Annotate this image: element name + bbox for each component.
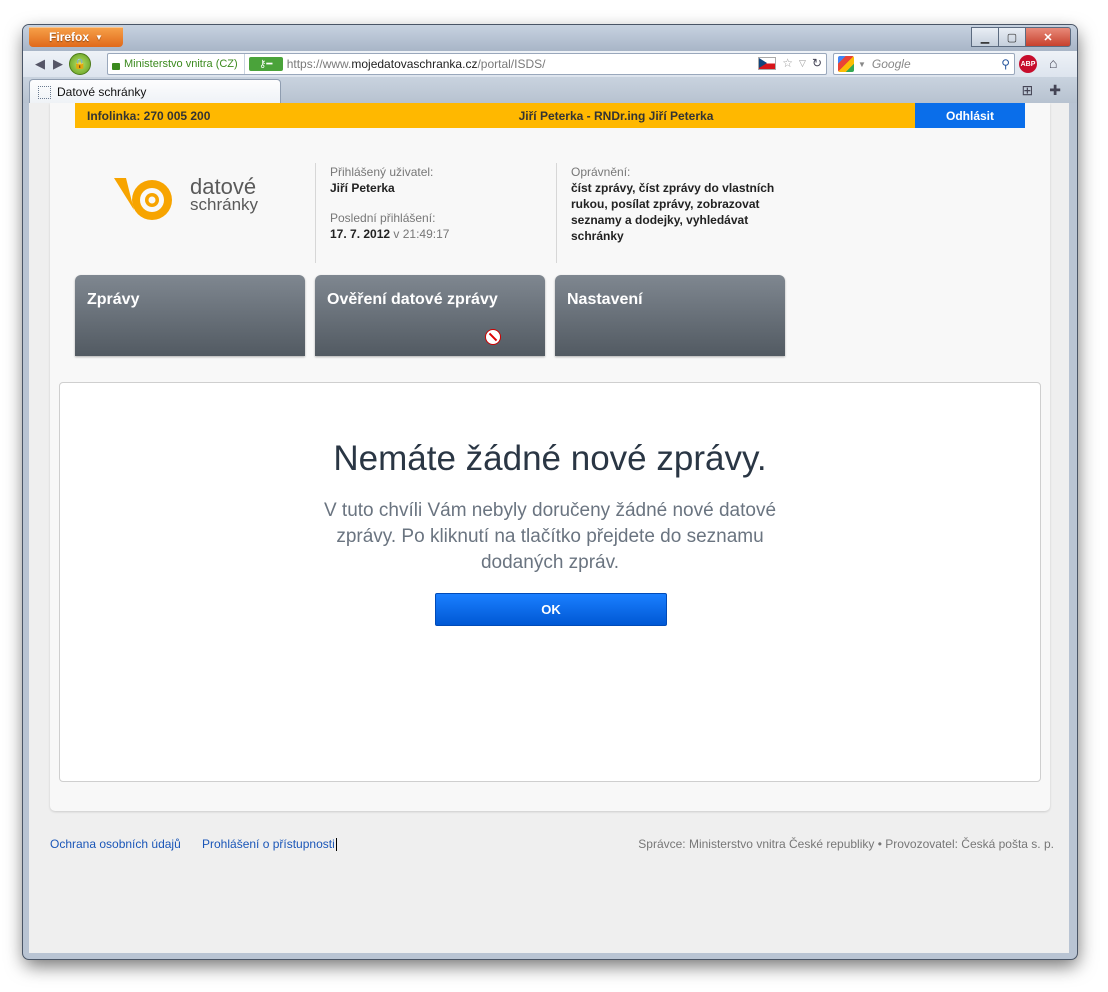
home-icon[interactable]: ⌂ (1049, 55, 1057, 71)
divider (315, 163, 316, 263)
text-cursor (335, 838, 337, 852)
tile-overeni[interactable]: Ověření datové zprávy (315, 275, 545, 356)
adblock-icon[interactable]: ABP (1019, 55, 1037, 73)
user-info: Přihlášený uživatel: Jiří Peterka Posled… (330, 164, 530, 242)
search-bar[interactable]: ▼ Google ⚲ (833, 53, 1015, 75)
back-arrow-icon[interactable]: ◀ (31, 55, 49, 73)
divider (556, 163, 557, 263)
site-identity-label: Ministerstvo vnitra (CZ) (124, 58, 238, 70)
permissions: Oprávnění: číst zprávy, číst zprávy do v… (571, 164, 801, 244)
accessibility-link-wrap: Prohlášení o přístupnosti (202, 837, 337, 852)
bookmark-star-icon[interactable]: ☆ (782, 56, 793, 70)
infoline: Infolinka: 270 005 200 (87, 108, 211, 123)
url-path: /portal/ISDS/ (477, 57, 546, 71)
last-login-time: v 21:49:17 (393, 227, 450, 241)
last-login-date: 17. 7. 2012 (330, 227, 391, 241)
search-engine-dropdown-icon[interactable]: ▼ (858, 60, 866, 69)
tab-label: Datové schránky (57, 85, 147, 99)
logo-line1: datové (190, 174, 257, 199)
tile-label: Ověření datové zprávy (327, 291, 498, 308)
last-login-label: Poslední přihlášení: (330, 211, 436, 225)
page-content: Infolinka: 270 005 200 Jiří Peterka - RN… (29, 103, 1069, 953)
czech-flag-icon (758, 56, 777, 70)
forward-arrow-icon[interactable]: ▶ (49, 55, 67, 73)
tile-label: Nastavení (567, 291, 643, 308)
no-entry-icon (485, 329, 501, 345)
google-icon[interactable] (838, 56, 854, 72)
new-tab-icon[interactable]: ✚ (1049, 82, 1061, 99)
datove-schranky-logo[interactable]: datové schránky (112, 176, 272, 226)
at-sign-logo-icon (114, 178, 172, 220)
dialog-text: V tuto chvíli Vám nebyly doručeny žádné … (323, 500, 777, 573)
search-icon[interactable]: ⚲ (1001, 57, 1010, 71)
logout-button[interactable]: Odhlásit (915, 103, 1025, 128)
url-prefix: https://www. (286, 57, 352, 71)
footer-admin-text: Správce: Ministerstvo vnitra České repub… (638, 837, 1054, 851)
search-input[interactable]: Google (872, 57, 911, 71)
firefox-menu-button[interactable]: Firefox ▼ (29, 27, 123, 47)
lock-icon (112, 62, 120, 70)
accessibility-link[interactable]: Prohlášení o přístupnosti (202, 837, 335, 851)
page-icon (38, 85, 51, 99)
ok-button[interactable]: OK (435, 593, 667, 626)
site-identity[interactable]: Ministerstvo vnitra (CZ) (108, 54, 245, 74)
tile-zpravy[interactable]: Zprávy (75, 275, 305, 356)
logged-user-label: Přihlášený uživatel: (330, 165, 434, 179)
info-bar: Infolinka: 270 005 200 Jiří Peterka - RN… (75, 103, 1025, 128)
firefox-menu-label: Firefox (49, 30, 90, 44)
close-button[interactable]: ✕ (1025, 27, 1071, 47)
message-dialog: Nemáte žádné nové zprávy. V tuto chvíli … (59, 382, 1041, 782)
tab-groups-icon[interactable]: ⊞ (1022, 82, 1034, 99)
logo-line2: schránky (190, 195, 259, 214)
permissions-label: Oprávnění: (571, 165, 631, 179)
dialog-title: Nemáte žádné nové zprávy. (333, 439, 767, 478)
security-addon-icon[interactable]: 🔒 (69, 53, 91, 75)
permissions-text: číst zprávy, číst zprávy do vlastních ru… (571, 181, 775, 243)
tab-bar: Datové schránky ⊞ ✚ (23, 77, 1077, 104)
key-icon[interactable]: ⚷━ (248, 57, 283, 71)
privacy-link[interactable]: Ochrana osobních údajů (50, 837, 181, 851)
maximize-button[interactable]: ▢ (998, 27, 1026, 47)
tile-label: Zprávy (87, 291, 140, 308)
url-text: https://www.mojedatovaschranka.cz/portal… (287, 57, 546, 71)
reload-icon[interactable]: ↻ (812, 56, 822, 70)
title-bar: Firefox ▼ ▁ ▢ ✕ (23, 25, 1077, 51)
browser-window: Firefox ▼ ▁ ▢ ✕ ◀ ▶ 🔒 Ministerstvo vnitr… (22, 24, 1078, 960)
history-dropdown-icon[interactable]: ▽ (799, 58, 806, 69)
tab-datove-schranky[interactable]: Datové schránky (29, 79, 281, 104)
minimize-button[interactable]: ▁ (971, 27, 999, 47)
dropdown-arrow-icon: ▼ (95, 32, 103, 42)
tile-nastaveni[interactable]: Nastavení (555, 275, 785, 356)
address-bar[interactable]: Ministerstvo vnitra (CZ) ⚷━ https://www.… (107, 53, 827, 75)
url-domain: mojedatovaschranka.cz (351, 57, 478, 71)
logged-user-name: Jiří Peterka (330, 181, 395, 195)
navigation-toolbar: ◀ ▶ 🔒 Ministerstvo vnitra (CZ) ⚷━ https:… (23, 51, 1077, 77)
